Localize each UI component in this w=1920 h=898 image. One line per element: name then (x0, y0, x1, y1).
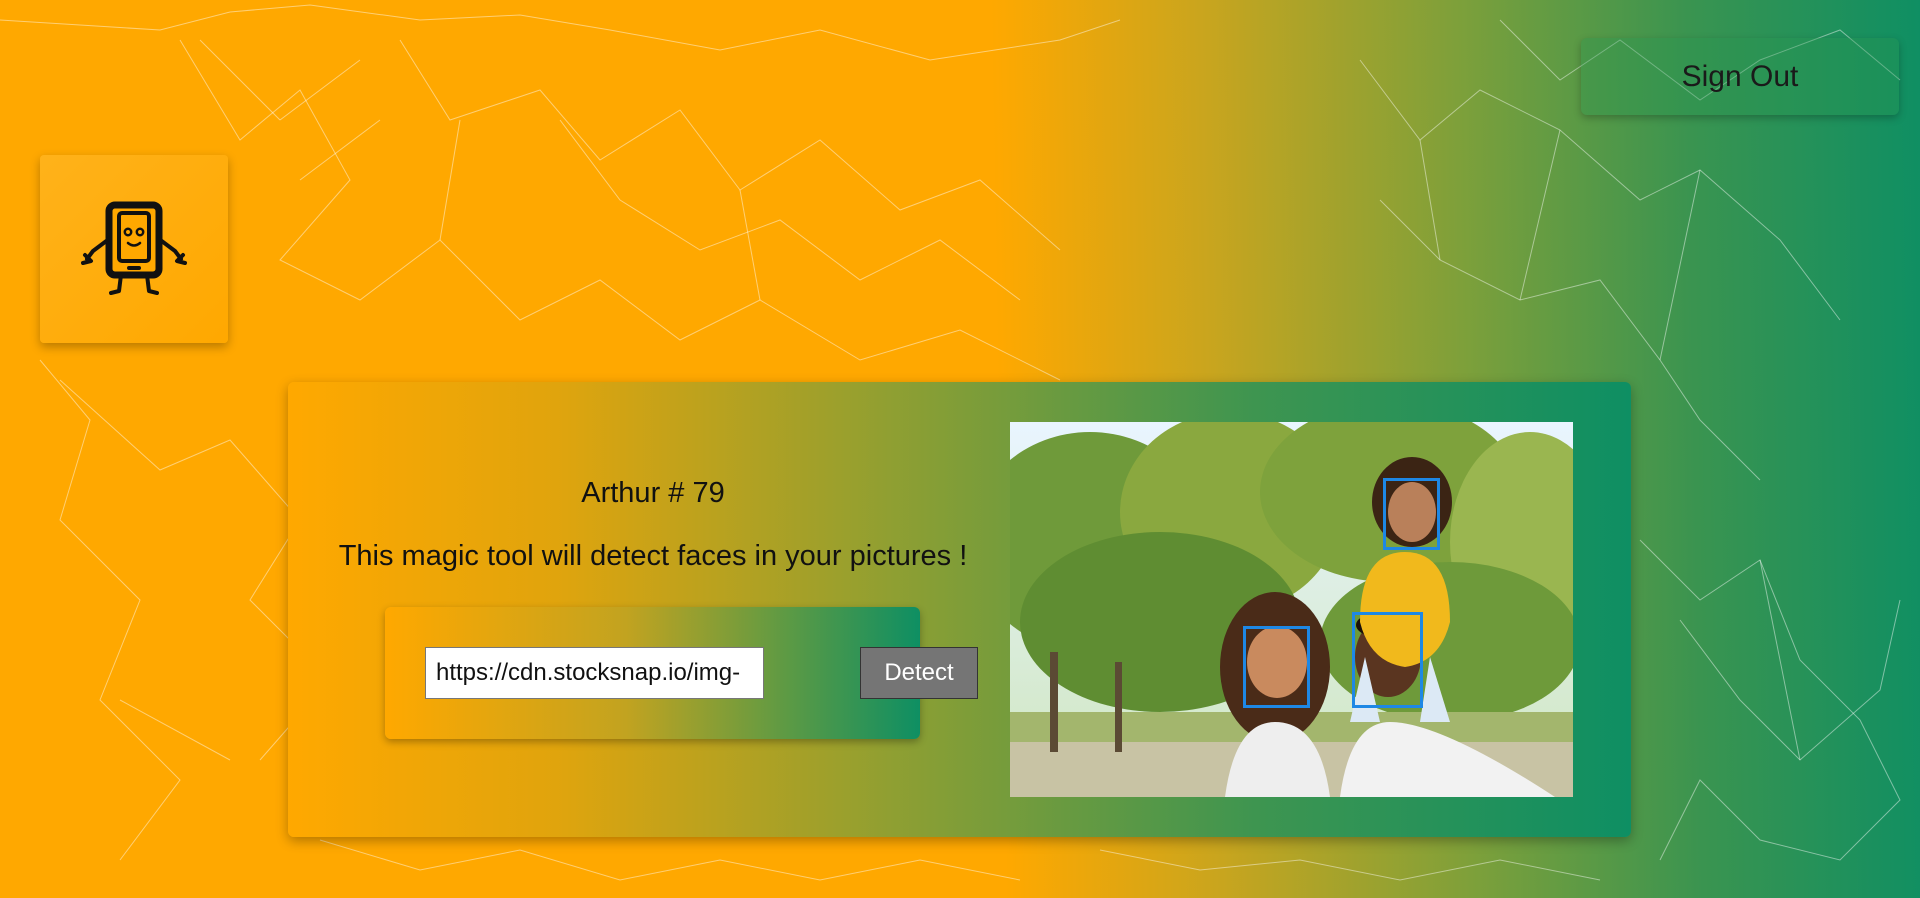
face-box (1243, 626, 1310, 708)
image-url-input[interactable] (425, 647, 764, 699)
detected-image (1010, 422, 1573, 797)
face-box (1352, 612, 1423, 708)
logo-card (40, 155, 228, 343)
tablet-robot-icon (81, 201, 187, 295)
sign-out-button[interactable]: Sign Out (1581, 38, 1899, 115)
user-rank-text: Arthur # 79 (581, 477, 725, 509)
face-detection-card: Arthur # 79 This magic tool will detect … (288, 382, 1631, 837)
face-box (1383, 478, 1440, 550)
url-form: Detect (385, 607, 978, 739)
tagline-text: This magic tool will detect faces in you… (338, 540, 968, 572)
family-photo (1010, 422, 1573, 797)
detect-button[interactable]: Detect (860, 647, 978, 699)
